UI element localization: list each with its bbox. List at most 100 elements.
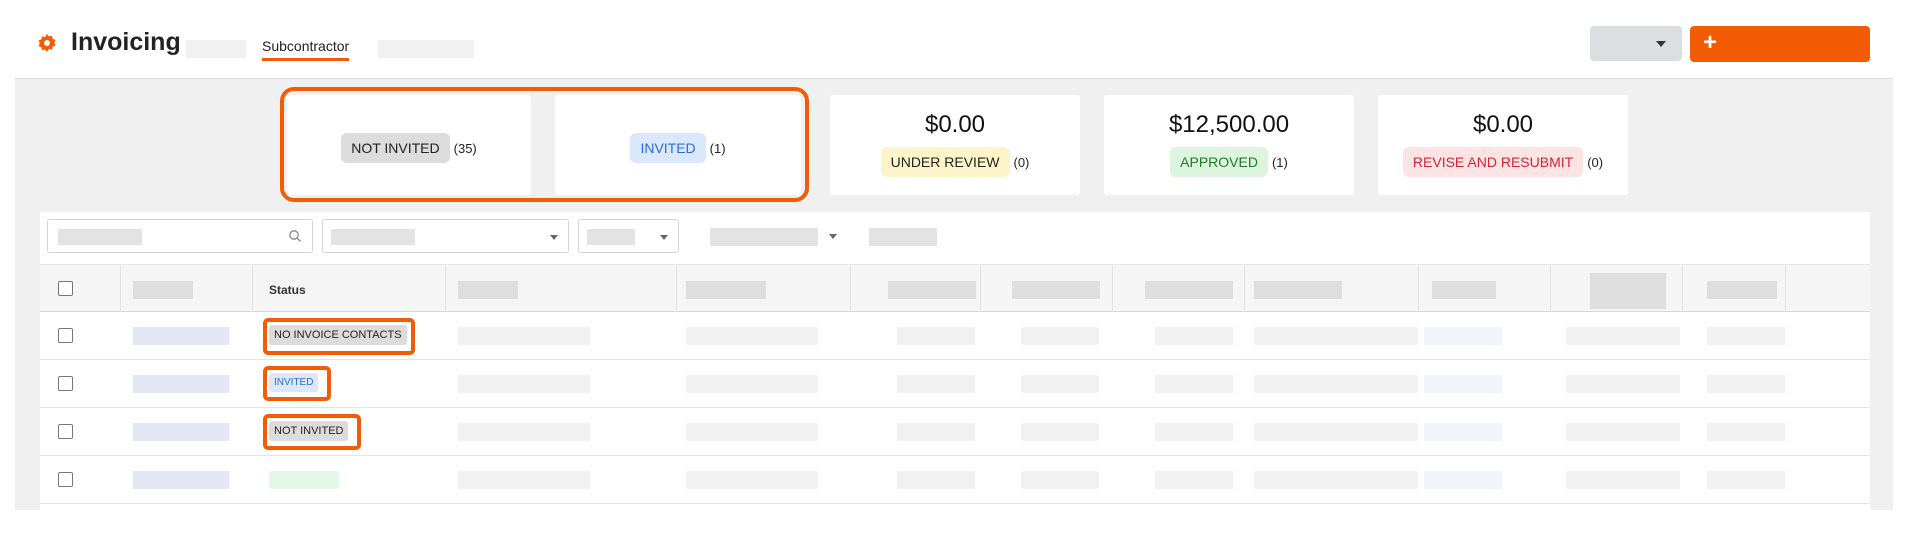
- filter-dropdown[interactable]: [578, 219, 679, 253]
- table-cell: [458, 471, 590, 489]
- table-cell: [1707, 327, 1785, 345]
- card-under-review[interactable]: $0.00 UNDER REVIEW (0): [830, 95, 1080, 195]
- table-cell: [1254, 375, 1418, 393]
- plus-icon: +: [1703, 29, 1718, 56]
- under-review-count: (0): [1013, 155, 1030, 170]
- table-cell: [1155, 471, 1233, 489]
- chevron-down-icon: [660, 235, 668, 240]
- revise-amount: $0.00: [1472, 111, 1534, 138]
- table-cell: [897, 327, 975, 345]
- page-header: Invoicing Subcontractor +: [0, 0, 1908, 78]
- filter-placeholder[interactable]: [869, 228, 937, 246]
- page-title: Invoicing: [71, 28, 181, 56]
- column-header[interactable]: [458, 281, 518, 299]
- column-divider: [980, 265, 981, 313]
- table-cell: [1424, 327, 1502, 345]
- export-dropdown-button[interactable]: [1590, 26, 1682, 61]
- column-header[interactable]: [888, 281, 976, 299]
- approved-count: (1): [1271, 155, 1288, 170]
- column-divider: [1550, 265, 1551, 313]
- filter-placeholder: [331, 229, 415, 245]
- row-checkbox[interactable]: [58, 424, 73, 439]
- row-checkbox[interactable]: [58, 376, 73, 391]
- column-header[interactable]: [1707, 281, 1777, 299]
- table-cell: [458, 375, 590, 393]
- under-review-pill: UNDER REVIEW: [880, 147, 1010, 177]
- table-cell: [1707, 423, 1785, 441]
- subcontractor-link[interactable]: [133, 375, 229, 393]
- table-cell: [1254, 423, 1418, 441]
- table-cell: [1155, 423, 1233, 441]
- column-divider: [1418, 265, 1419, 313]
- column-divider: [1682, 265, 1683, 313]
- subcontractor-link[interactable]: [133, 471, 229, 489]
- table-cell: [686, 327, 818, 345]
- table-cell: [897, 423, 975, 441]
- row-checkbox[interactable]: [58, 328, 73, 343]
- table-cell: [458, 327, 590, 345]
- table-row[interactable]: [40, 456, 1870, 504]
- column-divider: [850, 265, 851, 313]
- filter-placeholder: [587, 229, 635, 245]
- table-cell: [686, 375, 818, 393]
- table-cell: [1566, 375, 1680, 393]
- column-header[interactable]: [1432, 281, 1496, 299]
- column-divider: [676, 265, 677, 313]
- card-approved[interactable]: $12,500.00 APPROVED (1): [1104, 95, 1354, 195]
- table-cell: [1021, 327, 1099, 345]
- table-cell: [1021, 423, 1099, 441]
- search-icon: [289, 230, 301, 242]
- table-cell: [1155, 327, 1233, 345]
- search-input[interactable]: [47, 219, 313, 253]
- table-cell: [1021, 375, 1099, 393]
- table-cell: [1707, 375, 1785, 393]
- table-cell: [1707, 471, 1785, 489]
- filter-placeholder[interactable]: [710, 228, 818, 246]
- tab-placeholder[interactable]: [378, 40, 474, 58]
- select-all-checkbox[interactable]: [58, 281, 73, 296]
- revise-count: (0): [1587, 155, 1604, 170]
- chevron-down-icon: [829, 234, 837, 239]
- filter-dropdown[interactable]: [322, 219, 569, 253]
- table-cell: [1424, 423, 1502, 441]
- column-divider: [445, 265, 446, 313]
- table-cell: [1254, 327, 1418, 345]
- row-checkbox[interactable]: [58, 472, 73, 487]
- table-cell: [1254, 471, 1418, 489]
- table-cell: [1424, 375, 1502, 393]
- column-divider: [1785, 265, 1786, 313]
- column-header[interactable]: [1590, 273, 1666, 309]
- card-revise-resubmit[interactable]: $0.00 REVISE AND RESUBMIT (0): [1378, 95, 1628, 195]
- column-header-status[interactable]: Status: [269, 283, 306, 297]
- column-header[interactable]: [1012, 281, 1100, 299]
- table-cell: [1155, 375, 1233, 393]
- search-placeholder: [58, 229, 142, 245]
- table-cell: [1424, 471, 1502, 489]
- table-cell: [1566, 471, 1680, 489]
- tab-placeholder[interactable]: [186, 40, 246, 58]
- create-button[interactable]: +: [1690, 26, 1870, 62]
- status-badge: [269, 471, 339, 489]
- table-cell: [1021, 471, 1099, 489]
- column-header[interactable]: [686, 281, 766, 299]
- column-header[interactable]: [133, 281, 193, 299]
- subcontractor-link[interactable]: [133, 327, 229, 345]
- approved-amount: $12,500.00: [1168, 111, 1290, 138]
- table-cell: [686, 471, 818, 489]
- filter-bar: [40, 212, 1870, 264]
- table-cell: [458, 423, 590, 441]
- approved-pill: APPROVED: [1170, 147, 1268, 177]
- highlight-outline: [280, 87, 809, 202]
- table-cell: [1566, 327, 1680, 345]
- table-cell: [897, 471, 975, 489]
- subcontractor-link[interactable]: [133, 423, 229, 441]
- column-header[interactable]: [1254, 281, 1342, 299]
- table-cell: [686, 423, 818, 441]
- under-review-amount: $0.00: [924, 111, 986, 138]
- revise-pill: REVISE AND RESUBMIT: [1402, 147, 1584, 177]
- column-divider: [252, 265, 253, 313]
- chevron-down-icon: [1656, 41, 1666, 47]
- tab-subcontractor[interactable]: Subcontractor: [262, 38, 350, 61]
- table-cell: [1566, 423, 1680, 441]
- column-header[interactable]: [1145, 281, 1233, 299]
